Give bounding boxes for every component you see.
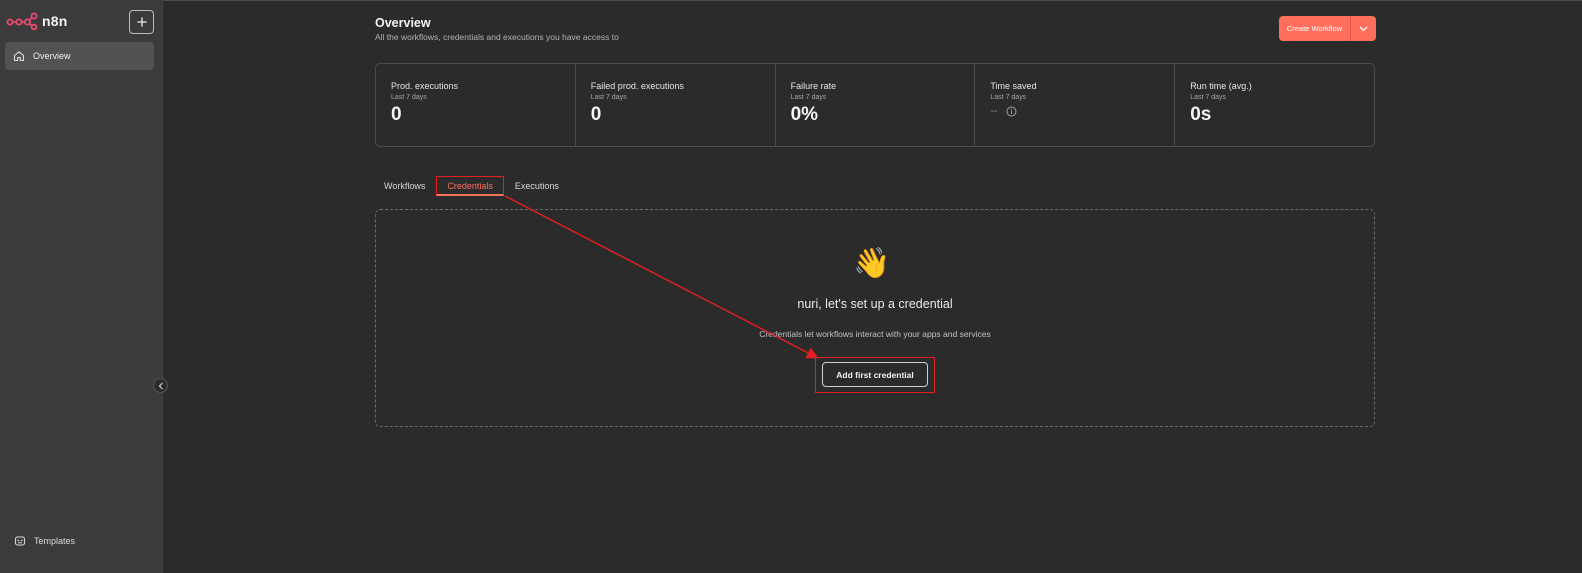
stat-period: Last 7 days (990, 94, 1027, 101)
stat-value: -- (990, 105, 998, 117)
chevron-left-icon (158, 382, 163, 389)
templates-icon (14, 536, 26, 546)
overview-tabs: Workflows Credentials Executions (375, 176, 568, 196)
home-icon (13, 51, 25, 62)
new-resource-button[interactable] (129, 10, 154, 34)
page-subtitle: All the workflows, credentials and execu… (375, 32, 619, 42)
page-title: Overview (375, 16, 431, 30)
stat-period: Last 7 days (790, 94, 827, 101)
insights-summary: Prod. executions Last 7 days 0 Failed pr… (375, 63, 1375, 147)
add-first-credential-button[interactable]: Add first credential (822, 362, 928, 387)
stat-label: Failed prod. executions (590, 81, 684, 91)
sidebar-item-label: Templates (34, 536, 76, 546)
create-workflow-button[interactable]: Create Workflow (1279, 16, 1351, 41)
tab-credentials[interactable]: Credentials (436, 176, 504, 196)
sidebar-item-label: Overview (33, 51, 71, 61)
stat-period: Last 7 days (590, 94, 627, 101)
sidebar-item-overview[interactable]: Overview (5, 42, 154, 70)
create-options-dropdown[interactable] (1351, 16, 1376, 41)
stat-value: 0 (590, 104, 602, 125)
credentials-empty-state (375, 209, 1375, 427)
stat-failure-rate[interactable]: Failure rate Last 7 days 0% (776, 64, 976, 146)
chevron-down-icon (1359, 26, 1368, 31)
empty-state-title: nuri, let's set up a credential (797, 297, 953, 311)
stat-value: 0 (391, 104, 402, 125)
stat-value-placeholder: -- (990, 105, 1174, 117)
stat-value: 0% (790, 104, 819, 125)
stat-prod-executions[interactable]: Prod. executions Last 7 days 0 (376, 64, 576, 146)
stat-label: Failure rate (790, 81, 837, 91)
sidebar-item-templates[interactable]: Templates (14, 535, 75, 547)
tab-executions[interactable]: Executions (506, 176, 568, 196)
stat-period: Last 7 days (1190, 94, 1226, 101)
stat-period: Last 7 days (391, 94, 427, 101)
collapse-sidebar-button[interactable] (153, 378, 168, 393)
sidebar: n8n Overview Templates (0, 0, 163, 573)
plus-icon (137, 17, 146, 27)
create-workflow-group: Create Workflow (1279, 16, 1376, 41)
stat-failed-prod-executions[interactable]: Failed prod. executions Last 7 days 0 (576, 64, 776, 146)
stat-value: 0s (1190, 104, 1212, 125)
empty-state-description: Credentials let workflows interact with … (759, 329, 991, 339)
stat-label: Time saved (990, 81, 1037, 91)
n8n-logo-icon (6, 12, 38, 30)
stat-run-time-avg[interactable]: Run time (avg.) Last 7 days 0s (1175, 64, 1374, 146)
tab-workflows[interactable]: Workflows (375, 176, 434, 196)
app-window: n8n Overview Templates Overview All the … (0, 0, 1582, 573)
stat-label: Prod. executions (391, 81, 459, 91)
info-icon[interactable] (1006, 106, 1017, 117)
stat-time-saved[interactable]: Time saved Last 7 days -- (975, 64, 1176, 146)
waving-hand-icon: 👋 (853, 247, 891, 280)
n8n-logo[interactable]: n8n (6, 12, 68, 30)
logo-text: n8n (42, 13, 68, 29)
top-divider (163, 0, 1582, 1)
stat-label: Run time (avg.) (1190, 81, 1252, 91)
